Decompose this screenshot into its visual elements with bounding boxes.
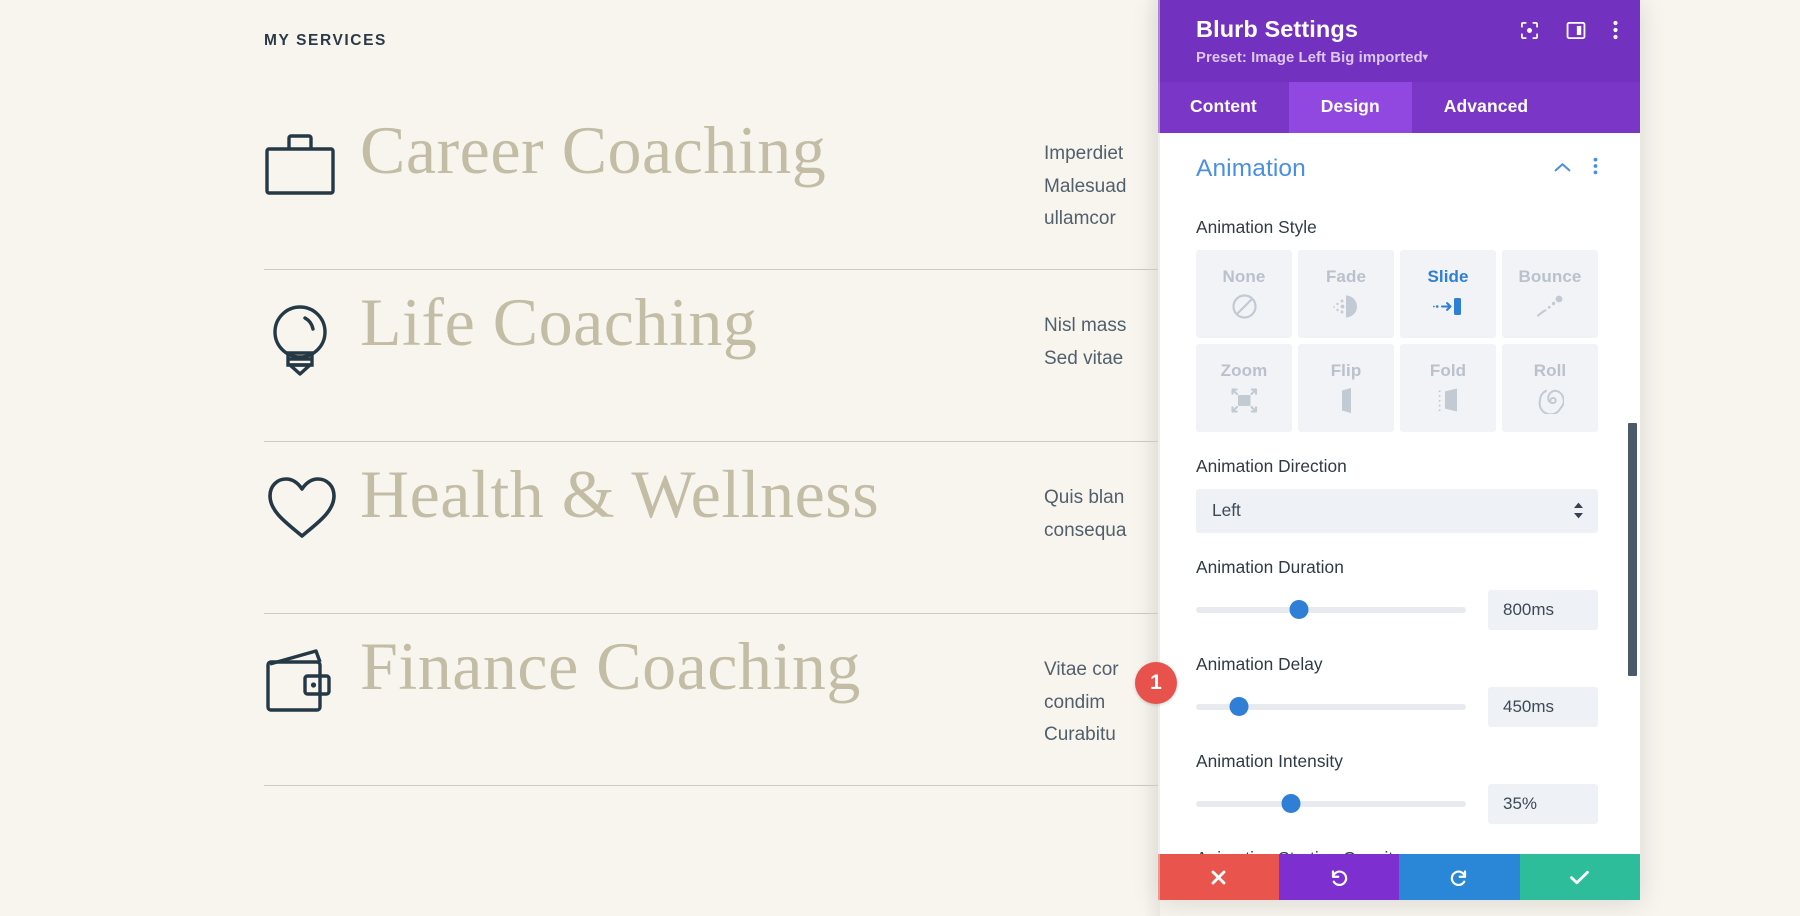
style-option-label: Roll	[1533, 361, 1567, 381]
animation-section-header[interactable]: Animation	[1196, 155, 1598, 193]
preset-label: Preset: Image Left Big imported	[1196, 49, 1423, 66]
lightbulb-icon	[264, 288, 360, 380]
slider-knob[interactable]	[1289, 600, 1309, 620]
slider-knob[interactable]	[1229, 697, 1249, 717]
field-label: Animation Starting Opacity	[1196, 848, 1598, 854]
bounce-icon	[1536, 293, 1565, 320]
zoom-expand-icon	[1230, 387, 1259, 414]
modal-header: Blurb Settings Preset: Image Left Big im…	[1158, 0, 1640, 82]
overflow-menu-icon[interactable]	[1593, 157, 1598, 180]
overflow-menu-icon[interactable]	[1613, 20, 1618, 40]
preset-selector[interactable]: Preset: Image Left Big imported▾	[1196, 50, 1616, 66]
blurb-settings-modal: Blurb Settings Preset: Image Left Big im…	[1158, 0, 1640, 900]
fold-icon	[1434, 387, 1462, 414]
tab-content[interactable]: Content	[1158, 82, 1289, 133]
modal-tabs: Content Design Advanced	[1158, 81, 1640, 133]
step-badge: 1	[1135, 662, 1177, 704]
blurb-title: Health & Wellness	[360, 456, 880, 532]
style-option-label: None	[1222, 267, 1266, 287]
settings-scrollbar[interactable]	[1628, 133, 1637, 854]
slider-track	[1196, 606, 1466, 613]
animation-delay-input[interactable]: 450ms	[1488, 686, 1598, 727]
tab-advanced[interactable]: Advanced	[1412, 82, 1560, 133]
redo-icon	[1450, 868, 1469, 887]
chevron-down-icon: ▾	[1422, 51, 1428, 63]
animation-style-grid: None Fade Slide Bounce Zoom Flip Fold Ro…	[1196, 249, 1598, 432]
tab-design[interactable]: Design	[1288, 81, 1412, 133]
undo-button[interactable]	[1278, 854, 1399, 900]
save-button[interactable]	[1519, 854, 1640, 900]
flip-icon	[1333, 387, 1360, 414]
style-option-label: Flip	[1330, 361, 1362, 381]
slide-icon	[1433, 293, 1463, 320]
slider-track	[1196, 800, 1466, 807]
panel-shadow-edge	[1144, 0, 1160, 916]
style-option-label: Bounce	[1518, 267, 1582, 287]
animation-intensity-slider[interactable]	[1196, 789, 1466, 819]
focus-target-icon[interactable]	[1520, 21, 1539, 40]
blurb-title: Life Coaching	[360, 284, 758, 360]
animation-duration-input[interactable]: 800ms	[1488, 589, 1598, 630]
close-x-icon	[1210, 869, 1227, 886]
style-option-none[interactable]: None	[1196, 249, 1292, 338]
style-option-bounce[interactable]: Bounce	[1502, 249, 1598, 338]
select-updown-icon	[1573, 502, 1584, 519]
checkmark-icon	[1569, 869, 1590, 886]
chevron-up-icon[interactable]	[1554, 160, 1571, 178]
field-animation-delay: Animation Delay 450ms	[1196, 654, 1598, 727]
scrollbar-thumb[interactable]	[1628, 422, 1637, 676]
field-label: Animation Intensity	[1196, 750, 1343, 771]
field-label: Animation Direction	[1196, 455, 1347, 476]
settings-scroll-area: Animation Animation Style None Fade Slid…	[1158, 132, 1640, 854]
style-option-label: Slide	[1427, 267, 1469, 287]
modal-header-actions	[1520, 20, 1618, 40]
modal-footer	[1158, 854, 1640, 900]
style-option-slide[interactable]: Slide	[1400, 249, 1496, 338]
field-label: Animation Duration	[1196, 556, 1344, 577]
blurb-title: Career Coaching	[360, 112, 827, 188]
cancel-button[interactable]	[1158, 854, 1279, 900]
heart-icon	[264, 460, 360, 542]
panel-layout-icon[interactable]	[1566, 21, 1586, 40]
roll-spiral-icon	[1537, 387, 1565, 416]
redo-button[interactable]	[1399, 854, 1520, 900]
wallet-icon	[264, 632, 360, 718]
field-animation-intensity: Animation Intensity 35%	[1196, 751, 1598, 824]
section-title: Animation	[1196, 154, 1306, 182]
style-option-label: Fold	[1429, 361, 1467, 381]
style-option-fade[interactable]: Fade	[1298, 249, 1394, 338]
field-animation-direction: Animation Direction Left	[1196, 456, 1598, 533]
slider-knob[interactable]	[1281, 794, 1300, 814]
no-entry-icon	[1231, 293, 1258, 320]
blurb-title: Finance Coaching	[360, 628, 861, 704]
field-animation-starting-opacity: Animation Starting Opacity	[1196, 848, 1598, 854]
style-option-label: Zoom	[1220, 361, 1268, 381]
field-label: Animation Delay	[1196, 653, 1323, 674]
style-option-label: Fade	[1325, 267, 1367, 287]
briefcase-icon	[264, 116, 360, 196]
style-option-fold[interactable]: Fold	[1400, 343, 1496, 432]
field-label: Animation Style	[1196, 216, 1317, 237]
field-animation-duration: Animation Duration 800ms	[1196, 557, 1598, 630]
undo-icon	[1329, 868, 1348, 887]
animation-direction-select[interactable]: Left	[1196, 488, 1598, 533]
fade-icon	[1332, 293, 1361, 320]
animation-delay-slider[interactable]	[1196, 692, 1466, 722]
field-animation-style: Animation Style None Fade Slide Bounce Z…	[1196, 217, 1598, 432]
animation-intensity-input[interactable]: 35%	[1488, 783, 1598, 824]
animation-duration-slider[interactable]	[1196, 595, 1466, 625]
style-option-roll[interactable]: Roll	[1502, 343, 1598, 432]
select-value: Left	[1212, 500, 1241, 521]
style-option-zoom[interactable]: Zoom	[1196, 343, 1292, 432]
style-option-flip[interactable]: Flip	[1298, 343, 1394, 432]
